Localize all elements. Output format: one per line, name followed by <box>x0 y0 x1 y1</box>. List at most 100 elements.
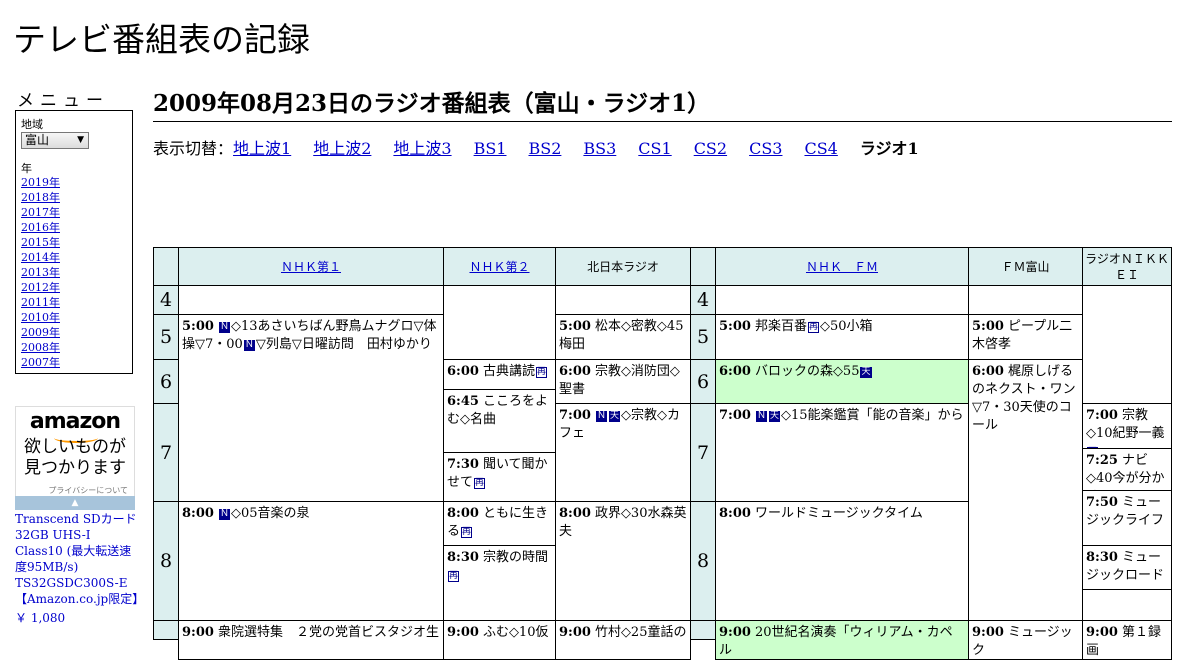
rerun-icon: 再 <box>474 478 486 489</box>
hour-cell: 7 <box>690 403 716 502</box>
menu-label: メニュー <box>17 91 109 111</box>
program-cell-highlight[interactable]: 6:00 バロックの森◇55 天 <box>715 359 969 404</box>
year-list-item: 2016年 <box>21 220 60 235</box>
switch-link-terrestrial2[interactable]: 地上波2 <box>313 139 371 158</box>
switch-link-cs2[interactable]: CS2 <box>694 139 727 158</box>
program-cell[interactable]: 5:00 ピープル二木啓孝 <box>968 314 1083 360</box>
year-link[interactable]: 2007年 <box>21 356 60 369</box>
year-link[interactable]: 2018年 <box>21 191 60 204</box>
program-cell[interactable]: 8:30 宗教の時間再 <box>443 545 556 621</box>
program-cell[interactable]: 7:00 Ｎ 天 ◇宗教◇カフェ <box>555 403 691 502</box>
year-link[interactable]: 2017年 <box>21 206 60 219</box>
program-cell[interactable]: 7:00 Ｎ 天 ◇15能楽鑑賞「能の音楽」から <box>715 403 969 502</box>
switch-link-cs4[interactable]: CS4 <box>804 139 837 158</box>
program-cell[interactable]: 9:00 第１録画 <box>1082 620 1172 660</box>
ad-privacy-link[interactable]: プライバシーについて <box>48 485 128 496</box>
program-cell[interactable]: 6:45 こころをよむ◇名曲 <box>443 389 556 453</box>
weather-icon: 天 <box>860 367 872 378</box>
program-cell-highlight[interactable]: 9:00 20世紀名演奏「ウィリアム・カペル <box>715 620 969 660</box>
program-cell[interactable]: 8:30 ミュージックロード <box>1082 545 1172 590</box>
program-cell[interactable]: 9:00 竹村◇25童話の <box>555 620 691 660</box>
switch-link-bs1[interactable]: BS1 <box>474 139 507 158</box>
hour-cell: 8 <box>153 501 179 621</box>
site-title: テレビ番組表の記録 <box>13 20 310 59</box>
program-cell[interactable]: 5:00 邦楽百番再 ◇50小箱 <box>715 314 969 360</box>
program-time: 9:00 <box>447 625 479 640</box>
program-empty <box>555 285 691 315</box>
program-cell[interactable]: 7:50 ミュージックライフ <box>1082 490 1172 546</box>
channel-header: 北日本ラジオ <box>555 247 691 286</box>
page-heading: 2009年08月23日のラジオ番組表（富山・ラジオ1） <box>153 84 1172 122</box>
program-empty <box>1082 589 1172 621</box>
program-cell[interactable]: 7:30 聞いて聞かせて再 <box>443 452 556 502</box>
program-cell[interactable]: 8:00 政界◇30水森英夫 <box>555 501 691 621</box>
program-title: ふむ◇10仮 <box>482 625 549 640</box>
hour-cell: 7 <box>153 403 179 502</box>
hour-cell <box>153 620 179 640</box>
rerun-icon: 再 <box>807 322 819 333</box>
year-link[interactable]: 2012年 <box>21 281 60 294</box>
program-empty <box>715 285 969 315</box>
program-cell[interactable]: 9:00 ミュージック <box>968 620 1083 660</box>
channel-link-nhk1[interactable]: ＮＨＫ第１ <box>281 259 341 275</box>
chevron-down-icon: ▼ <box>77 135 84 145</box>
program-title: 古典講読 <box>482 364 535 379</box>
switch-label: 表示切替： <box>153 139 234 158</box>
program-time: 8:00 <box>719 506 751 521</box>
year-link[interactable]: 2010年 <box>21 311 60 324</box>
amazon-ad[interactable]: amazon 欲しいものが 見つかります プライバシーについて <box>15 406 135 510</box>
switch-link-cs1[interactable]: CS1 <box>638 139 671 158</box>
program-time: 8:00 <box>182 506 214 521</box>
switch-link-terrestrial1[interactable]: 地上波1 <box>233 139 291 158</box>
program-title: 竹村◇25童話の <box>594 625 687 640</box>
program-cell[interactable]: 6:00 梶原しげるのネクスト・ワン▽7・30天使のコール <box>968 359 1083 621</box>
program-time: 6:00 <box>447 364 479 379</box>
year-link[interactable]: 2011年 <box>21 296 60 309</box>
switch-link-cs3[interactable]: CS3 <box>749 139 782 158</box>
year-list-item: 2012年 <box>21 280 60 295</box>
product-link[interactable]: Transcend SDカード 32GB UHS-I Class10 (最大転送… <box>15 511 144 607</box>
program-cell[interactable]: 5:00 Ｎ ◇13あさいちばん野鳥ムナグロ▽体操▽7・00 Ｎ ▽列島▽日曜訪問 田村… <box>178 314 444 502</box>
year-link[interactable]: 2019年 <box>21 176 60 189</box>
program-cell[interactable]: 8:00 Ｎ ◇05音楽の泉 <box>178 501 444 621</box>
channel-link-nhkfm[interactable]: ＮＨＫ ＦＭ <box>806 259 878 275</box>
switch-link-terrestrial3[interactable]: 地上波3 <box>393 139 451 158</box>
program-time: 9:00 <box>719 625 751 640</box>
news-icon: Ｎ <box>755 411 767 422</box>
program-cell[interactable]: 7:00宗教◇10紀野一義再 <box>1082 403 1172 449</box>
switch-current: ラジオ1 <box>859 139 919 158</box>
program-title-cont: ◇50小箱 <box>819 319 873 334</box>
program-cell[interactable]: 5:00 松本◇密教◇45梅田 <box>555 314 691 360</box>
program-cell[interactable]: 9:00 ふむ◇10仮 <box>443 620 556 660</box>
weather-icon: 天 <box>768 411 780 422</box>
channel-link-nhk2[interactable]: ＮＨＫ第２ <box>469 259 529 275</box>
program-time: 6:00 <box>559 364 591 379</box>
year-link[interactable]: 2015年 <box>21 236 60 249</box>
program-time: 7:30 <box>447 457 479 472</box>
year-link[interactable]: 2009年 <box>21 326 60 339</box>
program-cell[interactable]: 7:25ナビ◇40今が分かる <box>1082 448 1172 491</box>
year-link[interactable]: 2008年 <box>21 341 60 354</box>
program-time: 9:00 <box>182 625 214 640</box>
program-cell[interactable]: 9:00 衆院選特集 ２党の党首ビスタジオ生 <box>178 620 444 660</box>
year-link[interactable]: 2013年 <box>21 266 60 279</box>
program-title: ワールドミュージックタイム <box>754 506 923 521</box>
year-list-item: 2017年 <box>21 205 60 220</box>
region-select[interactable]: 富山 ▼ <box>21 132 89 149</box>
program-cell[interactable]: 8:00 ともに生きる再 <box>443 501 556 546</box>
ad-collapse-bar[interactable]: ▲ <box>15 496 135 510</box>
program-title: 宗教の時間 <box>482 550 548 565</box>
channel-name-nikkei: ラジオＮＩＫＫＥＩ <box>1085 251 1169 282</box>
program-cell[interactable]: 6:00 古典講読再 <box>443 359 556 390</box>
program-empty <box>443 285 556 360</box>
program-cell[interactable]: 6:00 宗教◇消防団◇聖書 <box>555 359 691 404</box>
program-time: 9:00 <box>1086 625 1118 640</box>
channel-name-fmtoyama: ＦＭ富山 <box>1001 259 1050 274</box>
program-cell[interactable]: 8:00 ワールドミュージックタイム <box>715 501 969 621</box>
year-link[interactable]: 2014年 <box>21 251 60 264</box>
program-title: 邦楽百番 <box>754 319 807 334</box>
year-link[interactable]: 2016年 <box>21 221 60 234</box>
switch-link-bs3[interactable]: BS3 <box>583 139 616 158</box>
program-time: 6:00 <box>972 364 1004 379</box>
switch-link-bs2[interactable]: BS2 <box>528 139 561 158</box>
